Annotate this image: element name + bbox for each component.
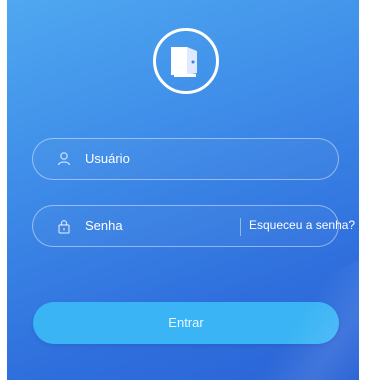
- username-placeholder: Usuário: [85, 151, 130, 166]
- door-icon: [153, 28, 219, 94]
- login-button[interactable]: Entrar: [33, 302, 339, 344]
- field-divider: [240, 218, 241, 236]
- forgot-password-link[interactable]: Esqueceu a senha?: [249, 218, 355, 232]
- username-field[interactable]: Usuário: [32, 138, 339, 180]
- login-panel: Usuário Senha Esqueceu a senha? Entrar: [7, 0, 359, 380]
- lock-icon: [58, 220, 70, 234]
- password-placeholder: Senha: [85, 218, 123, 233]
- password-field[interactable]: Senha Esqueceu a senha?: [32, 205, 355, 247]
- user-icon: [57, 152, 71, 166]
